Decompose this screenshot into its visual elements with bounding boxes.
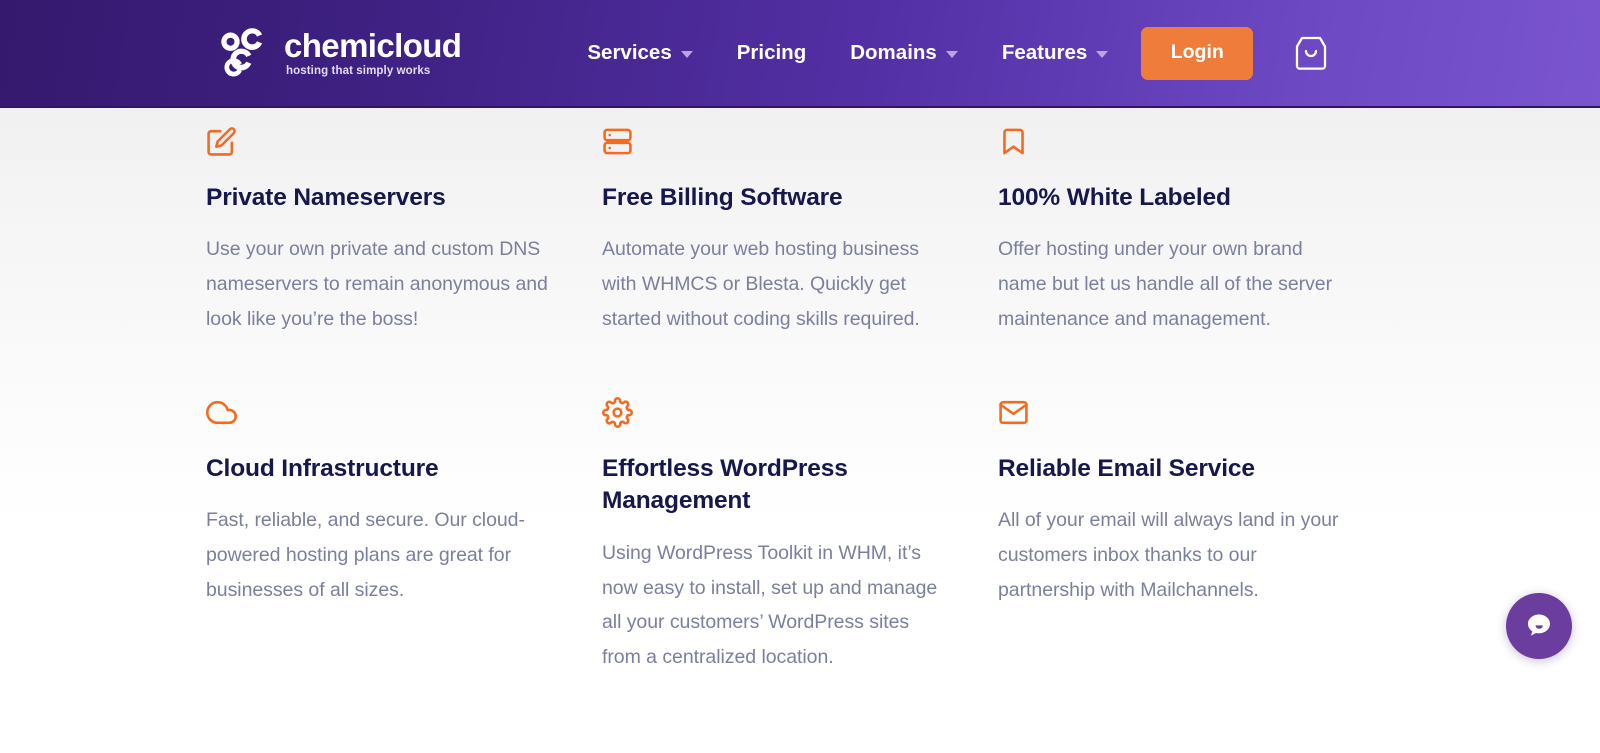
feature-title: Cloud Infrastructure — [206, 455, 439, 482]
feature-icon-wrap — [602, 118, 950, 164]
shopping-bag-icon — [1296, 36, 1327, 70]
site-logo[interactable]: chemicloud hosting that simply works — [212, 26, 462, 80]
features-grid: Private Nameservers Use your own private… — [206, 108, 1600, 675]
features-section: Private Nameservers Use your own private… — [0, 108, 1600, 675]
feature-card-cloud-infrastructure: Cloud Infrastructure Fast, reliable, and… — [206, 337, 602, 675]
feature-description: Using WordPress Toolkit in WHM, it’s now… — [602, 541, 938, 669]
feature-icon-wrap — [206, 389, 554, 435]
feature-card-white-labeled: 100% White Labeled Offer hosting under y… — [998, 118, 1394, 337]
main-navigation: Services Pricing Domains Features — [587, 31, 1109, 75]
nav-item-pricing[interactable]: Pricing — [737, 31, 807, 75]
nav-item-features[interactable]: Features — [1001, 31, 1109, 75]
bookmark-icon — [1003, 128, 1024, 154]
feature-icon-wrap — [602, 389, 950, 435]
nav-item-domains[interactable]: Domains — [850, 31, 958, 75]
feature-card-reliable-email-service: Reliable Email Service All of your email… — [998, 337, 1394, 675]
nav-label-domains: Domains — [850, 41, 937, 64]
cloud-icon — [206, 400, 237, 424]
chevron-down-icon — [1096, 51, 1109, 58]
feature-card-free-billing-software: Free Billing Software Automate your web … — [602, 118, 998, 337]
server-stack-icon — [603, 128, 632, 154]
chevron-down-icon — [680, 51, 693, 58]
feature-icon-wrap — [998, 118, 1346, 164]
feature-description: Use your own private and custom DNS name… — [206, 238, 548, 331]
nav-label-services: Services — [587, 41, 672, 64]
feature-description: All of your email will always land in yo… — [998, 509, 1339, 602]
chevron-down-icon — [945, 51, 958, 58]
site-header: chemicloud hosting that simply works Ser… — [0, 0, 1600, 108]
gear-icon — [602, 396, 633, 428]
feature-description: Fast, reliable, and secure. Our cloud-po… — [206, 509, 525, 602]
feature-card-private-nameservers: Private Nameservers Use your own private… — [206, 118, 602, 337]
logo-wordmark: chemicloud — [284, 26, 462, 64]
feature-title: Reliable Email Service — [998, 455, 1255, 482]
logo-tagline: hosting that simply works — [286, 65, 431, 78]
envelope-icon — [999, 400, 1028, 424]
feature-description: Automate your web hosting business with … — [602, 238, 920, 331]
nav-label-pricing: Pricing — [736, 41, 807, 64]
feature-title: Private Nameservers — [206, 184, 446, 211]
nav-item-services[interactable]: Services — [587, 31, 693, 75]
nav-label-features: Features — [1001, 41, 1088, 64]
feature-card-wordpress-management: Effortless WordPress Management Using Wo… — [602, 337, 998, 675]
feature-description: Offer hosting under your own brand name … — [998, 238, 1333, 331]
chat-widget-button[interactable] — [1506, 593, 1572, 660]
feature-title: 100% White Labeled — [998, 184, 1231, 211]
feature-icon-wrap — [206, 118, 554, 164]
chemicloud-molecule-icon — [221, 28, 263, 77]
feature-icon-wrap — [998, 389, 1346, 435]
cart-button[interactable] — [1291, 32, 1331, 74]
feature-title: Free Billing Software — [602, 184, 843, 211]
edit-square-icon — [207, 126, 236, 156]
feature-title: Effortless WordPress Management — [602, 455, 848, 515]
chat-bubble-icon — [1528, 614, 1550, 636]
login-button[interactable]: Login — [1141, 26, 1254, 80]
